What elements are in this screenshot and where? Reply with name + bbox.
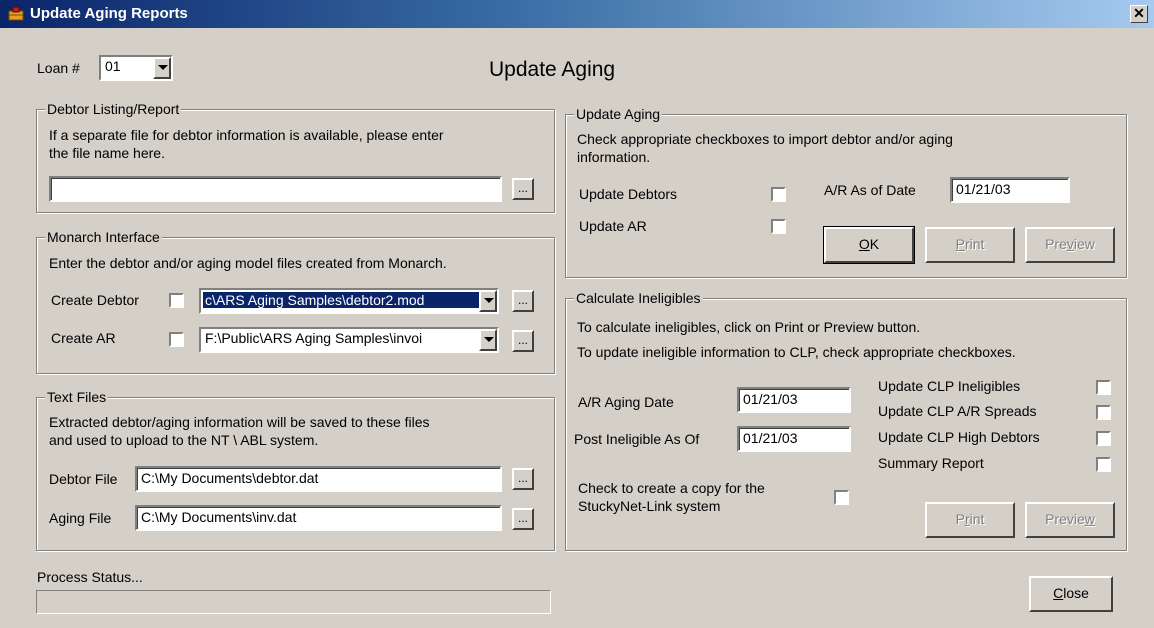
chevron-down-icon[interactable]: [479, 290, 497, 312]
print-label: P: [955, 511, 965, 527]
create-ar-select[interactable]: F:\Public\ARS Aging Samples\invoi: [199, 327, 499, 353]
create-ar-label: Create AR: [51, 330, 116, 346]
update-clp-ineligibles-checkbox[interactable]: [1096, 380, 1111, 395]
process-status-label: Process Status...: [37, 569, 143, 585]
aging-file-input[interactable]: C:\My Documents\inv.dat: [135, 505, 502, 531]
ineligibles-print-button[interactable]: Print: [925, 502, 1015, 538]
process-status-progress-bar: [36, 590, 551, 614]
preview-mnemonic: v: [1066, 236, 1074, 252]
ineligibles-desc: To calculate ineligibles, click on Print…: [577, 319, 921, 335]
page-title: Update Aging: [489, 58, 616, 81]
create-ar-checkbox[interactable]: [169, 332, 184, 347]
ineligibles-desc: To update ineligible information to CLP,…: [577, 344, 1016, 360]
stuckynet-copy-checkbox[interactable]: [834, 490, 849, 505]
create-debtor-value: c\ARS Aging Samples\debtor2.mod: [203, 292, 479, 308]
ar-as-of-date-input[interactable]: 01/21/03: [950, 177, 1070, 203]
debtor-listing-browse-button[interactable]: ...: [512, 178, 534, 200]
update-aging-desc: information.: [577, 149, 651, 165]
debtor-listing-file-input[interactable]: [49, 176, 502, 202]
summary-report-label: Summary Report: [878, 455, 984, 471]
update-clp-spreads-checkbox[interactable]: [1096, 405, 1111, 420]
group-legend: Update Aging: [574, 106, 663, 122]
update-clp-spreads-label: Update CLP A/R Spreads: [878, 403, 1037, 419]
debtor-file-label: Debtor File: [49, 471, 118, 487]
aging-file-browse-button[interactable]: ...: [512, 508, 534, 530]
group-legend: Text Files: [45, 389, 109, 405]
update-aging-desc: Check appropriate checkboxes to import d…: [577, 131, 953, 147]
create-debtor-checkbox[interactable]: [169, 293, 184, 308]
text-files-desc: and used to upload to the NT \ ABL syste…: [49, 432, 319, 448]
summary-report-checkbox[interactable]: [1096, 457, 1111, 472]
update-clp-high-debtors-label: Update CLP High Debtors: [878, 429, 1040, 445]
update-ar-label: Update AR: [579, 218, 647, 234]
text-files-desc: Extracted debtor/aging information will …: [49, 414, 430, 430]
title-bar: Update Aging Reports ✕: [0, 0, 1154, 28]
ok-button[interactable]: OK: [824, 227, 914, 263]
close-button[interactable]: Close: [1029, 576, 1113, 612]
print-label: rint: [964, 236, 985, 252]
preview-button[interactable]: Preview: [1025, 227, 1115, 263]
ar-as-of-date-label: A/R As of Date: [824, 182, 916, 198]
create-debtor-select[interactable]: c\ARS Aging Samples\debtor2.mod: [199, 288, 499, 314]
window-title: Update Aging Reports: [30, 5, 188, 22]
debtor-file-input[interactable]: C:\My Documents\debtor.dat: [135, 466, 502, 492]
group-legend: Debtor Listing/Report: [45, 101, 182, 117]
chevron-down-icon[interactable]: [479, 329, 497, 351]
ineligibles-preview-button[interactable]: Preview: [1025, 502, 1115, 538]
create-debtor-label: Create Debtor: [51, 292, 139, 308]
create-debtor-browse-button[interactable]: ...: [512, 290, 534, 312]
loan-select[interactable]: 01: [99, 55, 173, 81]
preview-mnemonic: w: [1084, 511, 1095, 527]
close-mnemonic: C: [1053, 585, 1064, 601]
update-clp-ineligibles-label: Update CLP Ineligibles: [878, 378, 1021, 394]
group-legend: Monarch Interface: [45, 229, 162, 245]
update-debtors-checkbox[interactable]: [771, 187, 786, 202]
close-icon: ✕: [1133, 5, 1145, 21]
debtor-listing-desc: the file name here.: [49, 145, 165, 161]
close-label: lose: [1063, 585, 1089, 601]
post-ineligible-input[interactable]: 01/21/03: [737, 426, 851, 452]
loan-value: 01: [105, 58, 121, 74]
ar-aging-date-label: A/R Aging Date: [578, 394, 674, 410]
update-clp-high-debtors-checkbox[interactable]: [1096, 431, 1111, 446]
window-close-button[interactable]: ✕: [1130, 5, 1148, 23]
preview-label: Previe: [1045, 511, 1085, 527]
update-ar-checkbox[interactable]: [771, 219, 786, 234]
copy-label: StuckyNet-Link system: [578, 498, 721, 514]
app-icon: [8, 6, 24, 21]
create-ar-browse-button[interactable]: ...: [512, 330, 534, 352]
copy-label: Check to create a copy for the: [578, 480, 765, 496]
aging-file-label: Aging File: [49, 510, 112, 526]
monarch-desc: Enter the debtor and/or aging model file…: [49, 255, 447, 271]
debtor-file-browse-button[interactable]: ...: [512, 468, 534, 490]
ok-mnemonic: O: [858, 236, 870, 252]
preview-label: iew: [1073, 236, 1095, 252]
ar-aging-date-input[interactable]: 01/21/03: [737, 387, 851, 413]
loan-label: Loan #: [37, 60, 80, 76]
create-ar-value: F:\Public\ARS Aging Samples\invoi: [205, 330, 423, 346]
preview-label: Pre: [1045, 236, 1067, 252]
group-legend: Calculate Ineligibles: [574, 290, 703, 306]
post-ineligible-label: Post Ineligible As Of: [574, 431, 700, 447]
debtor-listing-desc: If a separate file for debtor informatio…: [49, 127, 444, 143]
ok-label: K: [869, 236, 880, 252]
print-mnemonic: P: [955, 236, 965, 252]
update-debtors-label: Update Debtors: [579, 186, 678, 202]
print-button[interactable]: Print: [925, 227, 1015, 263]
chevron-down-icon[interactable]: [153, 57, 171, 79]
print-label: int: [969, 511, 985, 527]
